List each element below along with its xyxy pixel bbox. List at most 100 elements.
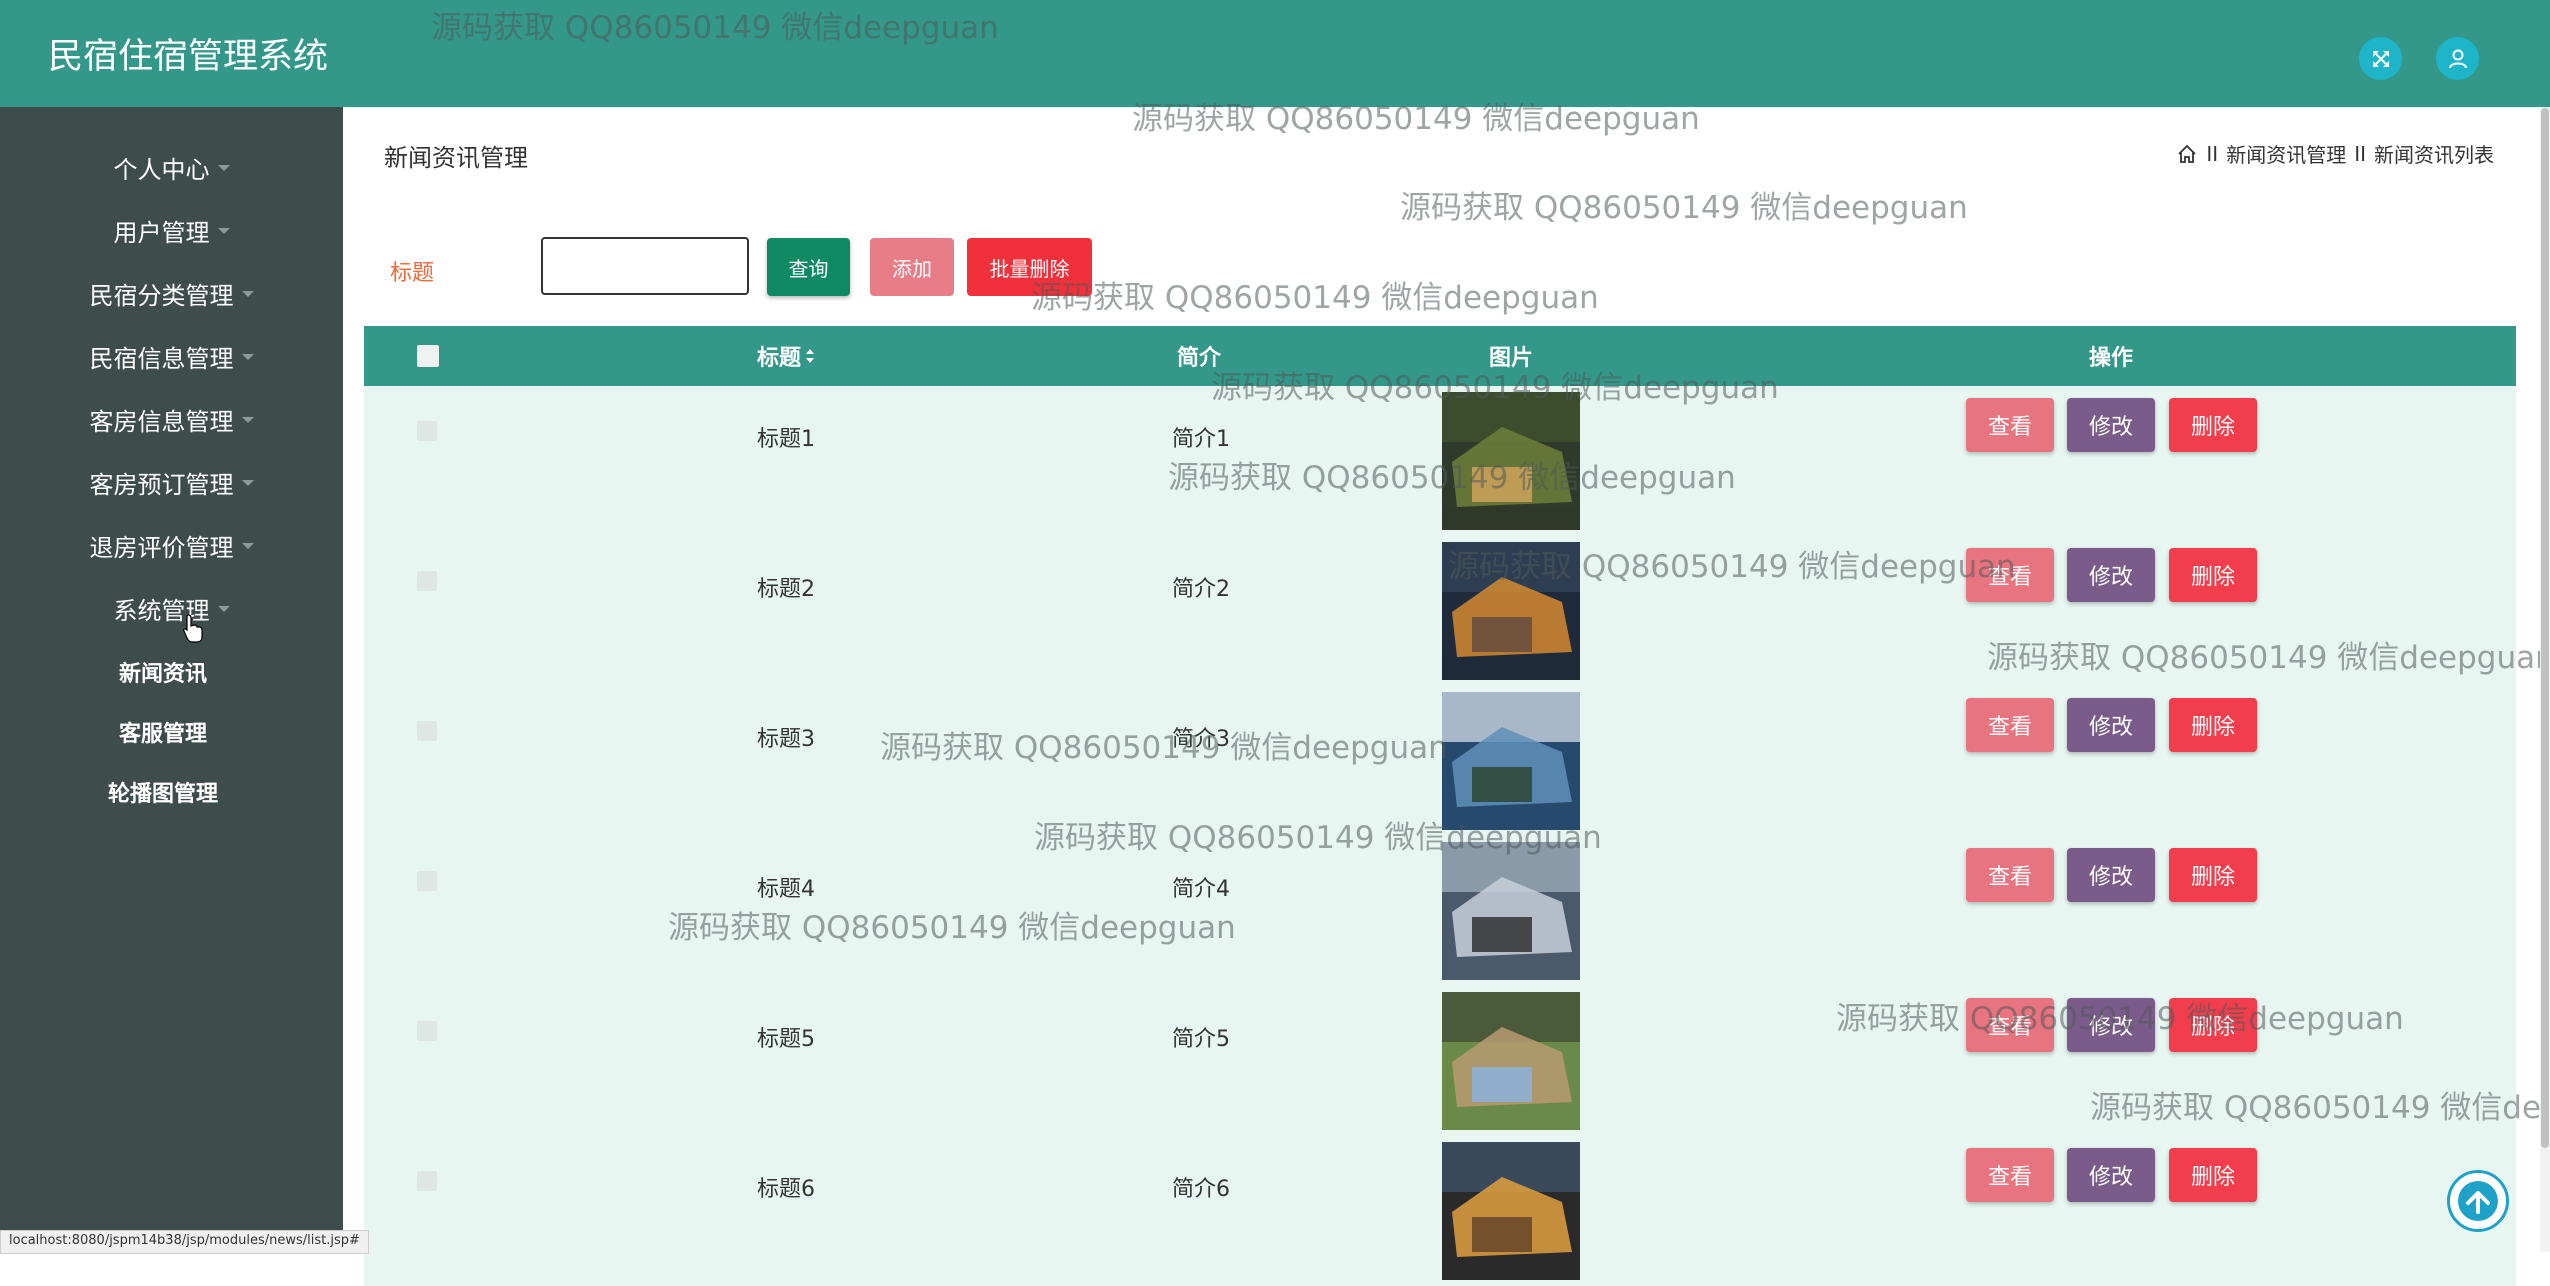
row-intro: 简介1 — [1172, 427, 1230, 452]
caret-down-icon — [241, 417, 254, 423]
edit-button[interactable]: 修改 — [2067, 548, 2155, 602]
row-title: 标题4 — [757, 877, 815, 902]
back-to-top-button[interactable] — [2447, 1170, 2509, 1232]
table-row: 标题6 简介6 查看 修改 删除 — [364, 1136, 2516, 1286]
delete-button[interactable]: 删除 — [2169, 848, 2257, 902]
mouse-cursor-icon — [183, 614, 203, 643]
row-title: 标题1 — [757, 427, 815, 452]
app-title: 民宿住宿管理系统 — [48, 37, 329, 77]
user-icon — [2448, 49, 2467, 68]
watermark: 源码获取 QQ86050149 微信deepguan — [1132, 101, 1700, 137]
sidebar-item-label: 客房信息管理 — [89, 407, 234, 436]
select-all-checkbox[interactable] — [417, 345, 439, 367]
row-image — [1442, 992, 1580, 1130]
row-image-graphic — [1442, 1142, 1580, 1280]
delete-button[interactable]: 删除 — [2169, 1148, 2257, 1202]
sidebar-item-system[interactable]: 系统管理 — [0, 578, 343, 638]
row-title: 标题6 — [757, 1177, 815, 1202]
sort-icon — [806, 349, 815, 363]
sidebar-item-personal-center[interactable]: 个人中心 — [0, 137, 343, 197]
row-title: 标题3 — [757, 727, 815, 752]
view-button[interactable]: 查看 — [1966, 398, 2054, 452]
row-checkbox[interactable] — [417, 571, 437, 591]
watermark: 源码获取 QQ86050149 微信deepguan — [1034, 820, 1602, 856]
delete-button[interactable]: 删除 — [2169, 698, 2257, 752]
sidebar-item-label: 民宿信息管理 — [89, 344, 234, 373]
edit-button[interactable]: 修改 — [2067, 1148, 2155, 1202]
row-title: 标题5 — [757, 1027, 815, 1052]
row-intro: 简介5 — [1172, 1027, 1230, 1052]
row-intro: 简介6 — [1172, 1177, 1230, 1202]
sidebar-item-room-info[interactable]: 客房信息管理 — [0, 389, 343, 449]
watermark: 源码获取 QQ86050149 微信deepguan — [1836, 1001, 2404, 1037]
delete-button[interactable]: 删除 — [2169, 548, 2257, 602]
search-title-input[interactable] — [541, 237, 749, 295]
sidebar-item-label: 客房预订管理 — [89, 470, 234, 499]
fullscreen-button[interactable] — [2359, 37, 2402, 80]
watermark: 源码获取 QQ86050149 微信deepguan — [1211, 370, 1779, 406]
status-bar-url: localhost:8080/jspm14b38/jsp/modules/new… — [0, 1230, 369, 1254]
row-checkbox[interactable] — [417, 1171, 437, 1191]
watermark: 源码获取 QQ86050149 微信deepguan — [2090, 1090, 2550, 1126]
sidebar-item-checkout-review[interactable]: 退房评价管理 — [0, 515, 343, 575]
arrow-up-circle-icon — [2458, 1181, 2498, 1221]
watermark: 源码获取 QQ86050149 微信deepguan — [1987, 640, 2550, 676]
watermark: 源码获取 QQ86050149 微信deepguan — [1448, 549, 2016, 585]
edit-button[interactable]: 修改 — [2067, 698, 2155, 752]
row-image-graphic — [1442, 992, 1580, 1130]
edit-button[interactable]: 修改 — [2067, 848, 2155, 902]
caret-down-icon — [241, 354, 254, 360]
watermark: 源码获取 QQ86050149 微信deepguan — [880, 730, 1448, 766]
row-checkbox[interactable] — [417, 721, 437, 741]
breadcrumb-level1[interactable]: 新闻资讯管理 — [2226, 139, 2346, 168]
watermark: 源码获取 QQ86050149 微信deepguan — [1031, 280, 1599, 316]
breadcrumb-level2: 新闻资讯列表 — [2374, 143, 2494, 167]
watermark: 源码获取 QQ86050149 微信deepguan — [668, 910, 1236, 946]
submenu-item-news[interactable]: 新闻资讯 — [0, 647, 326, 697]
query-button[interactable]: 查询 — [767, 238, 850, 296]
caret-down-icon — [217, 165, 230, 171]
sidebar-item-label: 个人中心 — [113, 155, 210, 184]
user-button[interactable] — [2436, 37, 2479, 80]
row-image — [1442, 842, 1580, 980]
scrollbar-thumb[interactable] — [2541, 108, 2549, 1148]
view-button[interactable]: 查看 — [1966, 848, 2054, 902]
expand-arrows-icon — [2372, 50, 2389, 67]
submenu-item-customer-service[interactable]: 客服管理 — [0, 707, 326, 757]
sidebar-item-homestay-category[interactable]: 民宿分类管理 — [0, 263, 343, 323]
row-checkbox[interactable] — [417, 1021, 437, 1041]
caret-down-icon — [241, 291, 254, 297]
breadcrumb-separator: II — [2206, 141, 2219, 166]
breadcrumb: II 新闻资讯管理 II 新闻资讯列表 — [2176, 139, 2494, 168]
search-title-label: 标题 — [390, 261, 435, 286]
sidebar: 个人中心 用户管理 民宿分类管理 民宿信息管理 客房信息管理 客房预订管理 退房… — [0, 107, 343, 1252]
view-button[interactable]: 查看 — [1966, 1148, 2054, 1202]
view-button[interactable]: 查看 — [1966, 698, 2054, 752]
top-bar: 民宿住宿管理系统 — [0, 0, 2550, 107]
column-header-title[interactable]: 标题 — [757, 326, 816, 386]
delete-button[interactable]: 删除 — [2169, 398, 2257, 452]
watermark: 源码获取 QQ86050149 微信deepguan — [1168, 460, 1736, 496]
submenu-item-carousel[interactable]: 轮播图管理 — [0, 767, 326, 817]
watermark: 源码获取 QQ86050149 微信deepguan — [431, 10, 999, 46]
add-button[interactable]: 添加 — [870, 238, 954, 296]
sidebar-item-label: 用户管理 — [113, 218, 210, 247]
column-header-actions: 操作 — [2089, 346, 2134, 371]
caret-down-icon — [241, 543, 254, 549]
caret-down-icon — [241, 480, 254, 486]
home-icon[interactable] — [2176, 143, 2198, 165]
row-title: 标题2 — [757, 577, 815, 602]
row-checkbox[interactable] — [417, 871, 437, 891]
row-checkbox[interactable] — [417, 421, 437, 441]
sidebar-item-room-booking[interactable]: 客房预订管理 — [0, 452, 343, 512]
watermark: 源码获取 QQ86050149 微信deepguan — [1400, 190, 1968, 226]
edit-button[interactable]: 修改 — [2067, 398, 2155, 452]
sidebar-item-homestay-info[interactable]: 民宿信息管理 — [0, 326, 343, 386]
row-image-graphic — [1442, 842, 1580, 980]
breadcrumb-separator: II — [2354, 141, 2366, 166]
sidebar-item-users[interactable]: 用户管理 — [0, 200, 343, 260]
row-image-graphic — [1442, 692, 1580, 830]
sidebar-item-label: 退房评价管理 — [89, 533, 234, 562]
row-image — [1442, 692, 1580, 830]
caret-down-icon — [217, 228, 230, 234]
